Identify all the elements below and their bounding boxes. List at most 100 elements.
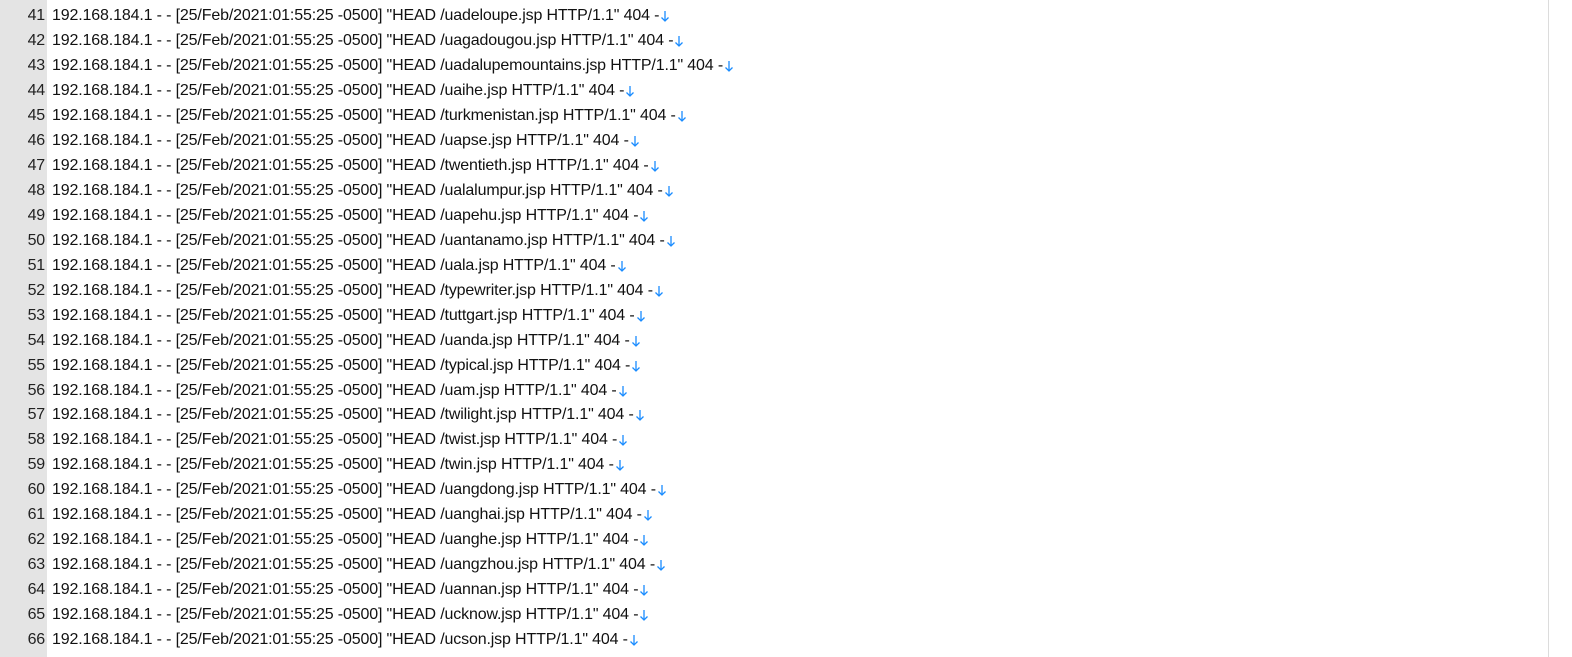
down-arrow-icon <box>636 309 646 323</box>
line-text[interactable]: 192.168.184.1 - - [25/Feb/2021:01:55:25 … <box>45 82 624 100</box>
line-text[interactable]: 192.168.184.1 - - [25/Feb/2021:01:55:25 … <box>45 481 656 499</box>
log-line[interactable]: 62 192.168.184.1 - - [25/Feb/2021:01:55:2… <box>0 528 1560 553</box>
line-text[interactable]: 192.168.184.1 - - [25/Feb/2021:01:55:25 … <box>45 232 665 250</box>
line-text[interactable]: 192.168.184.1 - - [25/Feb/2021:01:55:25 … <box>45 332 630 350</box>
line-number: 52 <box>27 281 46 299</box>
line-number: 55 <box>27 356 46 374</box>
down-arrow-icon <box>674 34 684 48</box>
log-line[interactable]: 46 192.168.184.1 - - [25/Feb/2021:01:55:2… <box>0 129 1560 154</box>
down-arrow-icon <box>615 458 625 472</box>
line-number: 48 <box>27 182 46 200</box>
line-text[interactable]: 192.168.184.1 - - [25/Feb/2021:01:55:25 … <box>45 406 634 424</box>
line-text[interactable]: 192.168.184.1 - - [25/Feb/2021:01:55:25 … <box>45 581 639 599</box>
down-arrow-icon <box>677 109 687 123</box>
editor-content[interactable]: 41 192.168.184.1 - - [25/Feb/2021:01:55:2… <box>0 0 1560 657</box>
log-line[interactable]: 59 192.168.184.1 - - [25/Feb/2021:01:55:2… <box>0 453 1560 478</box>
down-arrow-icon <box>657 483 667 497</box>
log-line[interactable]: 50 192.168.184.1 - - [25/Feb/2021:01:55:2… <box>0 228 1560 253</box>
log-line[interactable]: 51 192.168.184.1 - - [25/Feb/2021:01:55:2… <box>0 253 1560 278</box>
line-text[interactable]: 192.168.184.1 - - [25/Feb/2021:01:55:25 … <box>45 556 655 574</box>
down-arrow-icon <box>656 558 666 572</box>
log-line[interactable]: 61 192.168.184.1 - - [25/Feb/2021:01:55:2… <box>0 503 1560 528</box>
line-text[interactable]: 192.168.184.1 - - [25/Feb/2021:01:55:25 … <box>45 606 639 624</box>
down-arrow-icon <box>625 84 635 98</box>
line-number: 50 <box>27 231 46 249</box>
down-arrow-icon <box>617 259 627 273</box>
line-number: 58 <box>27 431 46 449</box>
line-number: 61 <box>27 506 46 524</box>
line-number: 57 <box>27 406 46 424</box>
log-line[interactable]: 64 192.168.184.1 - - [25/Feb/2021:01:55:2… <box>0 578 1560 603</box>
down-arrow-icon <box>724 59 734 73</box>
down-arrow-icon <box>639 209 649 223</box>
line-number: 42 <box>27 32 46 50</box>
line-text[interactable]: 192.168.184.1 - - [25/Feb/2021:01:55:25 … <box>45 431 617 449</box>
line-text[interactable]: 192.168.184.1 - - [25/Feb/2021:01:55:25 … <box>45 32 674 50</box>
log-line[interactable]: 58 192.168.184.1 - - [25/Feb/2021:01:55:2… <box>0 428 1560 453</box>
line-text[interactable]: 192.168.184.1 - - [25/Feb/2021:01:55:25 … <box>45 631 628 649</box>
line-number: 44 <box>27 82 46 100</box>
down-arrow-icon <box>631 334 641 348</box>
log-line[interactable]: 45 192.168.184.1 - - [25/Feb/2021:01:55:2… <box>0 104 1560 129</box>
log-line[interactable]: 42 192.168.184.1 - - [25/Feb/2021:01:55:2… <box>0 29 1560 54</box>
line-number: 60 <box>27 481 46 499</box>
line-text[interactable]: 192.168.184.1 - - [25/Feb/2021:01:55:25 … <box>45 456 614 474</box>
log-line[interactable]: 41 192.168.184.1 - - [25/Feb/2021:01:55:2… <box>0 4 1560 29</box>
line-text[interactable]: 192.168.184.1 - - [25/Feb/2021:01:55:25 … <box>45 282 653 300</box>
line-number: 47 <box>27 157 46 175</box>
line-text[interactable]: 192.168.184.1 - - [25/Feb/2021:01:55:25 … <box>45 382 617 400</box>
down-arrow-icon <box>631 359 641 373</box>
log-line[interactable]: 63 192.168.184.1 - - [25/Feb/2021:01:55:2… <box>0 553 1560 578</box>
log-lines: 41 192.168.184.1 - - [25/Feb/2021:01:55:2… <box>0 4 1560 652</box>
log-line[interactable]: 65 192.168.184.1 - - [25/Feb/2021:01:55:2… <box>0 603 1560 628</box>
down-arrow-icon <box>629 633 639 647</box>
down-arrow-icon <box>618 433 628 447</box>
line-number: 49 <box>27 206 46 224</box>
line-number: 62 <box>27 531 46 549</box>
line-text[interactable]: 192.168.184.1 - - [25/Feb/2021:01:55:25 … <box>45 531 639 549</box>
log-line[interactable]: 44 192.168.184.1 - - [25/Feb/2021:01:55:2… <box>0 79 1560 104</box>
down-arrow-icon <box>643 508 653 522</box>
line-text[interactable]: 192.168.184.1 - - [25/Feb/2021:01:55:25 … <box>45 7 659 25</box>
down-arrow-icon <box>654 284 664 298</box>
down-arrow-icon <box>635 408 645 422</box>
log-line[interactable]: 66 192.168.184.1 - - [25/Feb/2021:01:55:2… <box>0 627 1560 652</box>
line-number: 51 <box>27 256 46 274</box>
line-number: 45 <box>27 107 46 125</box>
line-text[interactable]: 192.168.184.1 - - [25/Feb/2021:01:55:25 … <box>45 157 649 175</box>
line-text[interactable]: 192.168.184.1 - - [25/Feb/2021:01:55:25 … <box>45 107 676 125</box>
line-number: 46 <box>27 132 46 150</box>
line-number: 56 <box>27 381 46 399</box>
log-line[interactable]: 60 192.168.184.1 - - [25/Feb/2021:01:55:2… <box>0 478 1560 503</box>
log-line[interactable]: 54 192.168.184.1 - - [25/Feb/2021:01:55:2… <box>0 328 1560 353</box>
log-line[interactable]: 56 192.168.184.1 - - [25/Feb/2021:01:55:2… <box>0 378 1560 403</box>
down-arrow-icon <box>650 159 660 173</box>
down-arrow-icon <box>639 583 649 597</box>
log-line[interactable]: 47 192.168.184.1 - - [25/Feb/2021:01:55:2… <box>0 154 1560 179</box>
log-line[interactable]: 53 192.168.184.1 - - [25/Feb/2021:01:55:2… <box>0 303 1560 328</box>
line-text[interactable]: 192.168.184.1 - - [25/Feb/2021:01:55:25 … <box>45 506 642 524</box>
log-line[interactable]: 49 192.168.184.1 - - [25/Feb/2021:01:55:2… <box>0 204 1560 229</box>
vertical-scrollbar[interactable] <box>1548 0 1560 657</box>
line-number: 53 <box>27 306 46 324</box>
line-text[interactable]: 192.168.184.1 - - [25/Feb/2021:01:55:25 … <box>45 132 629 150</box>
line-number: 41 <box>27 7 46 25</box>
line-number: 43 <box>27 57 46 75</box>
log-line[interactable]: 43 192.168.184.1 - - [25/Feb/2021:01:55:2… <box>0 54 1560 79</box>
line-number: 66 <box>27 630 46 648</box>
log-line[interactable]: 48 192.168.184.1 - - [25/Feb/2021:01:55:2… <box>0 179 1560 204</box>
line-text[interactable]: 192.168.184.1 - - [25/Feb/2021:01:55:25 … <box>45 182 663 200</box>
line-text[interactable]: 192.168.184.1 - - [25/Feb/2021:01:55:25 … <box>45 207 639 225</box>
line-number: 63 <box>27 556 46 574</box>
line-text[interactable]: 192.168.184.1 - - [25/Feb/2021:01:55:25 … <box>45 357 630 375</box>
log-line[interactable]: 52 192.168.184.1 - - [25/Feb/2021:01:55:2… <box>0 278 1560 303</box>
line-text[interactable]: 192.168.184.1 - - [25/Feb/2021:01:55:25 … <box>45 257 616 275</box>
down-arrow-icon <box>630 134 640 148</box>
down-arrow-icon <box>664 184 674 198</box>
line-text[interactable]: 192.168.184.1 - - [25/Feb/2021:01:55:25 … <box>45 57 723 75</box>
line-number: 59 <box>27 456 46 474</box>
log-line[interactable]: 55 192.168.184.1 - - [25/Feb/2021:01:55:2… <box>0 353 1560 378</box>
log-line[interactable]: 57 192.168.184.1 - - [25/Feb/2021:01:55:2… <box>0 403 1560 428</box>
line-text[interactable]: 192.168.184.1 - - [25/Feb/2021:01:55:25 … <box>45 307 635 325</box>
text-editor[interactable]: 41 192.168.184.1 - - [25/Feb/2021:01:55:2… <box>0 0 1572 657</box>
